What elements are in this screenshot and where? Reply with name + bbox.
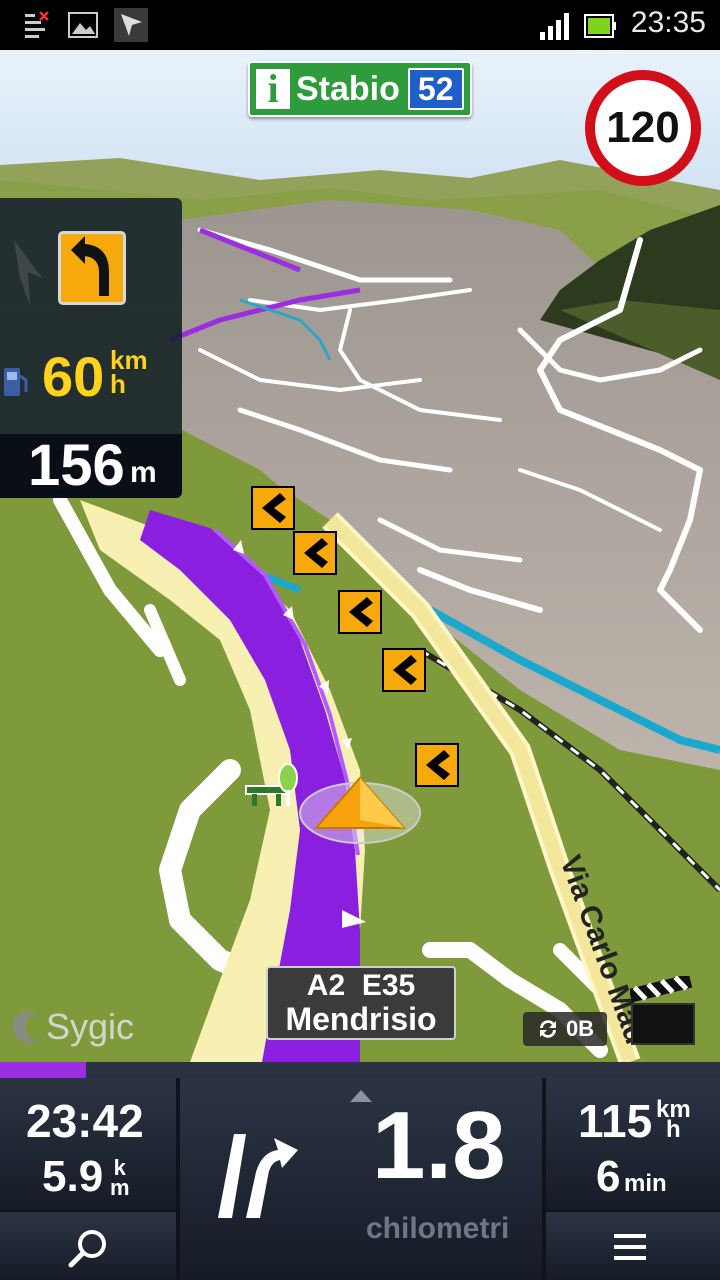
current-speed-bottom: 115	[578, 1095, 653, 1147]
remaining-time-unit: min	[624, 1170, 667, 1197]
data-usage-value: 0B	[565, 1016, 595, 1041]
search-icon	[68, 1230, 106, 1268]
road-destination: Mendrisio	[285, 1001, 437, 1037]
sygic-logo-icon	[12, 1011, 38, 1043]
next-maneuver-panel[interactable]: 1.8 chilometri	[180, 1078, 542, 1280]
expand-up-icon[interactable]	[350, 1090, 372, 1102]
brand-name: Sygic	[46, 1006, 135, 1047]
next-turn-panel[interactable]: 60 km h 156 m	[0, 198, 182, 498]
town-name: Stabio	[296, 69, 400, 108]
navigation-arrow-icon	[114, 8, 148, 42]
next-turn-distance: 156	[28, 433, 125, 498]
video-record-icon[interactable]	[630, 976, 696, 1046]
map-direction-arrow-icon	[14, 240, 42, 306]
status-bar: 23:35	[0, 0, 720, 50]
next-maneuver-unit: chilometri	[366, 1212, 510, 1245]
speed-limit-sign: 120	[585, 70, 701, 186]
route-progress-fill	[0, 1062, 87, 1078]
eta-time: 23:42	[26, 1095, 144, 1147]
keep-right-icon	[218, 1134, 298, 1218]
eta-panel[interactable]: 23:42 5.9 k m	[0, 1078, 176, 1210]
signal-icon	[540, 13, 569, 40]
status-clock: 23:35	[630, 6, 706, 39]
next-maneuver-distance: 1.8	[372, 1092, 506, 1199]
menu-button[interactable]	[546, 1212, 720, 1280]
notification-icon	[25, 11, 49, 38]
road-numbers: A2 E35	[306, 969, 416, 1002]
data-usage-button[interactable]: 0B	[523, 1012, 607, 1046]
town-sign: i Stabio 52	[248, 61, 472, 117]
current-speed-unit: km h	[110, 345, 148, 399]
exit-number: 52	[407, 68, 464, 110]
gallery-icon	[68, 12, 98, 38]
remaining-distance: 5.9	[42, 1152, 104, 1201]
road-direction-sign: A2 E35 Mendrisio	[266, 966, 456, 1040]
speed-unit-bottom: km h	[656, 1096, 691, 1143]
route-progress-track	[0, 1062, 720, 1078]
current-speed: 60	[42, 345, 105, 408]
info-icon: i	[256, 69, 290, 109]
search-button[interactable]	[0, 1212, 176, 1280]
bottom-bar: 23:42 5.9 k m 1.8 chilometri 115 km h 6 …	[0, 1078, 720, 1280]
remaining-time: 6	[596, 1152, 621, 1201]
speed-time-panel[interactable]: 115 km h 6 min	[546, 1078, 720, 1210]
sync-icon	[539, 1020, 556, 1038]
remaining-distance-unit: k m	[110, 1155, 130, 1200]
next-turn-distance-unit: m	[130, 456, 157, 489]
battery-icon	[584, 14, 616, 38]
fuel-icon[interactable]	[2, 364, 30, 398]
next-turn-distance-box: 156 m	[0, 433, 182, 498]
turn-left-icon	[58, 231, 126, 305]
brand-logo: Sygic	[12, 1006, 134, 1048]
menu-icon	[614, 1234, 646, 1260]
